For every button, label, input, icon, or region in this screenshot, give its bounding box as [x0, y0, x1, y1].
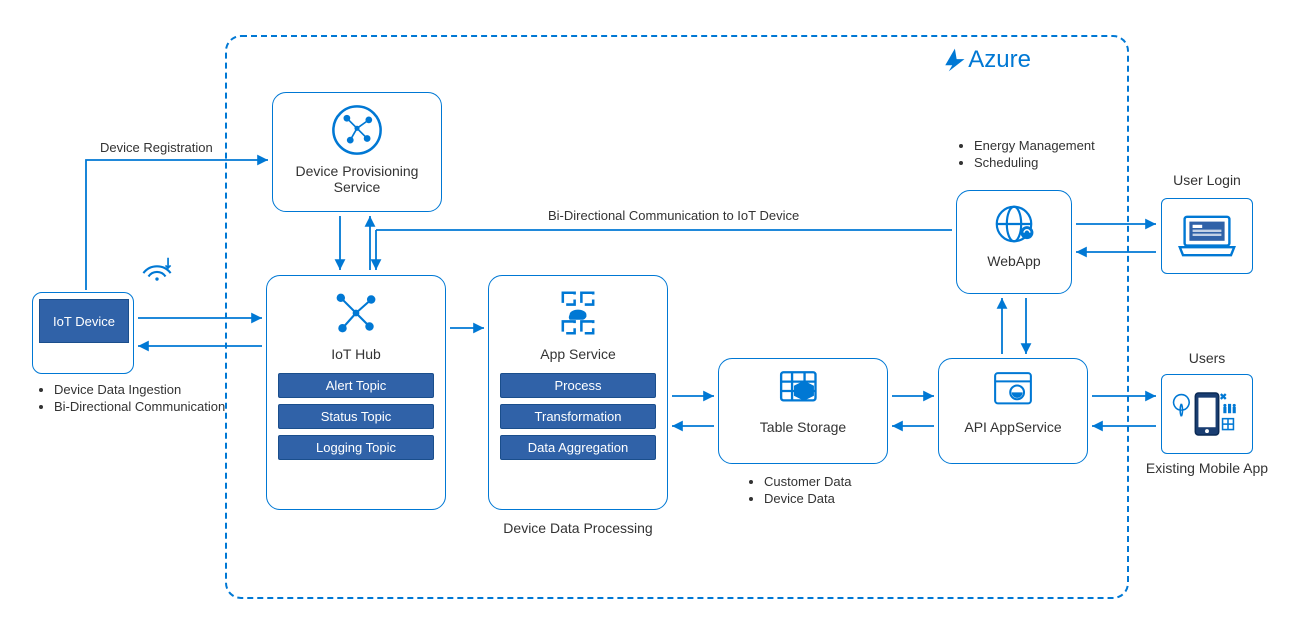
- iot-hub-topic: Status Topic: [278, 404, 434, 429]
- app-service-node: App Service Process Transformation Data …: [488, 275, 668, 510]
- mobile-icon: [1172, 385, 1242, 443]
- bi-directional-label: Bi-Directional Communication to IoT Devi…: [548, 208, 799, 223]
- iot-hub-node: IoT Hub Alert Topic Status Topic Logging…: [266, 275, 446, 510]
- iot-device-title: IoT Device: [39, 299, 129, 343]
- webapp-icon: [991, 201, 1037, 247]
- table-storage-title: Table Storage: [760, 419, 846, 435]
- table-storage-bullets: Customer Data Device Data: [746, 474, 926, 508]
- webapp-bullets: Energy Management Scheduling: [956, 138, 1136, 172]
- app-service-icon: [551, 286, 605, 340]
- api-appservice-title: API AppService: [964, 419, 1061, 435]
- wifi-icon: [140, 254, 174, 285]
- user-login-label: User Login: [1127, 172, 1287, 188]
- app-service-item: Process: [500, 373, 656, 398]
- diagram-canvas: Azure IoT Device Device Data Ingestion B…: [0, 0, 1293, 627]
- app-service-item: Data Aggregation: [500, 435, 656, 460]
- azure-label: Azure: [968, 46, 1031, 74]
- iot-device-node: IoT Device: [32, 292, 134, 374]
- api-appservice-icon: [990, 369, 1036, 413]
- table-storage-icon: [778, 369, 828, 413]
- webapp-title: WebApp: [987, 253, 1040, 269]
- table-storage-node: Table Storage: [718, 358, 888, 464]
- azure-logo: Azure: [940, 46, 1031, 74]
- app-service-item: Transformation: [500, 404, 656, 429]
- users-label: Users: [1127, 350, 1287, 366]
- iot-hub-topic: Alert Topic: [278, 373, 434, 398]
- app-service-title: App Service: [540, 346, 615, 362]
- azure-icon: [940, 46, 968, 74]
- existing-mobile-app-label: Existing Mobile App: [1127, 460, 1287, 476]
- iot-hub-title: IoT Hub: [331, 346, 381, 362]
- laptop-icon: [1175, 212, 1239, 260]
- iot-hub-topic: Logging Topic: [278, 435, 434, 460]
- dps-title: Device Provisioning Service: [281, 163, 433, 195]
- iot-device-bullets: Device Data Ingestion Bi-Directional Com…: [36, 382, 246, 416]
- dps-icon: [330, 103, 384, 157]
- webapp-node: WebApp: [956, 190, 1072, 294]
- dps-node: Device Provisioning Service: [272, 92, 442, 212]
- laptop-node: [1161, 198, 1253, 274]
- device-data-processing-label: Device Data Processing: [498, 520, 658, 536]
- mobile-node: [1161, 374, 1253, 454]
- api-appservice-node: API AppService: [938, 358, 1088, 464]
- device-registration-label: Device Registration: [100, 140, 213, 155]
- iot-hub-icon: [329, 286, 383, 340]
